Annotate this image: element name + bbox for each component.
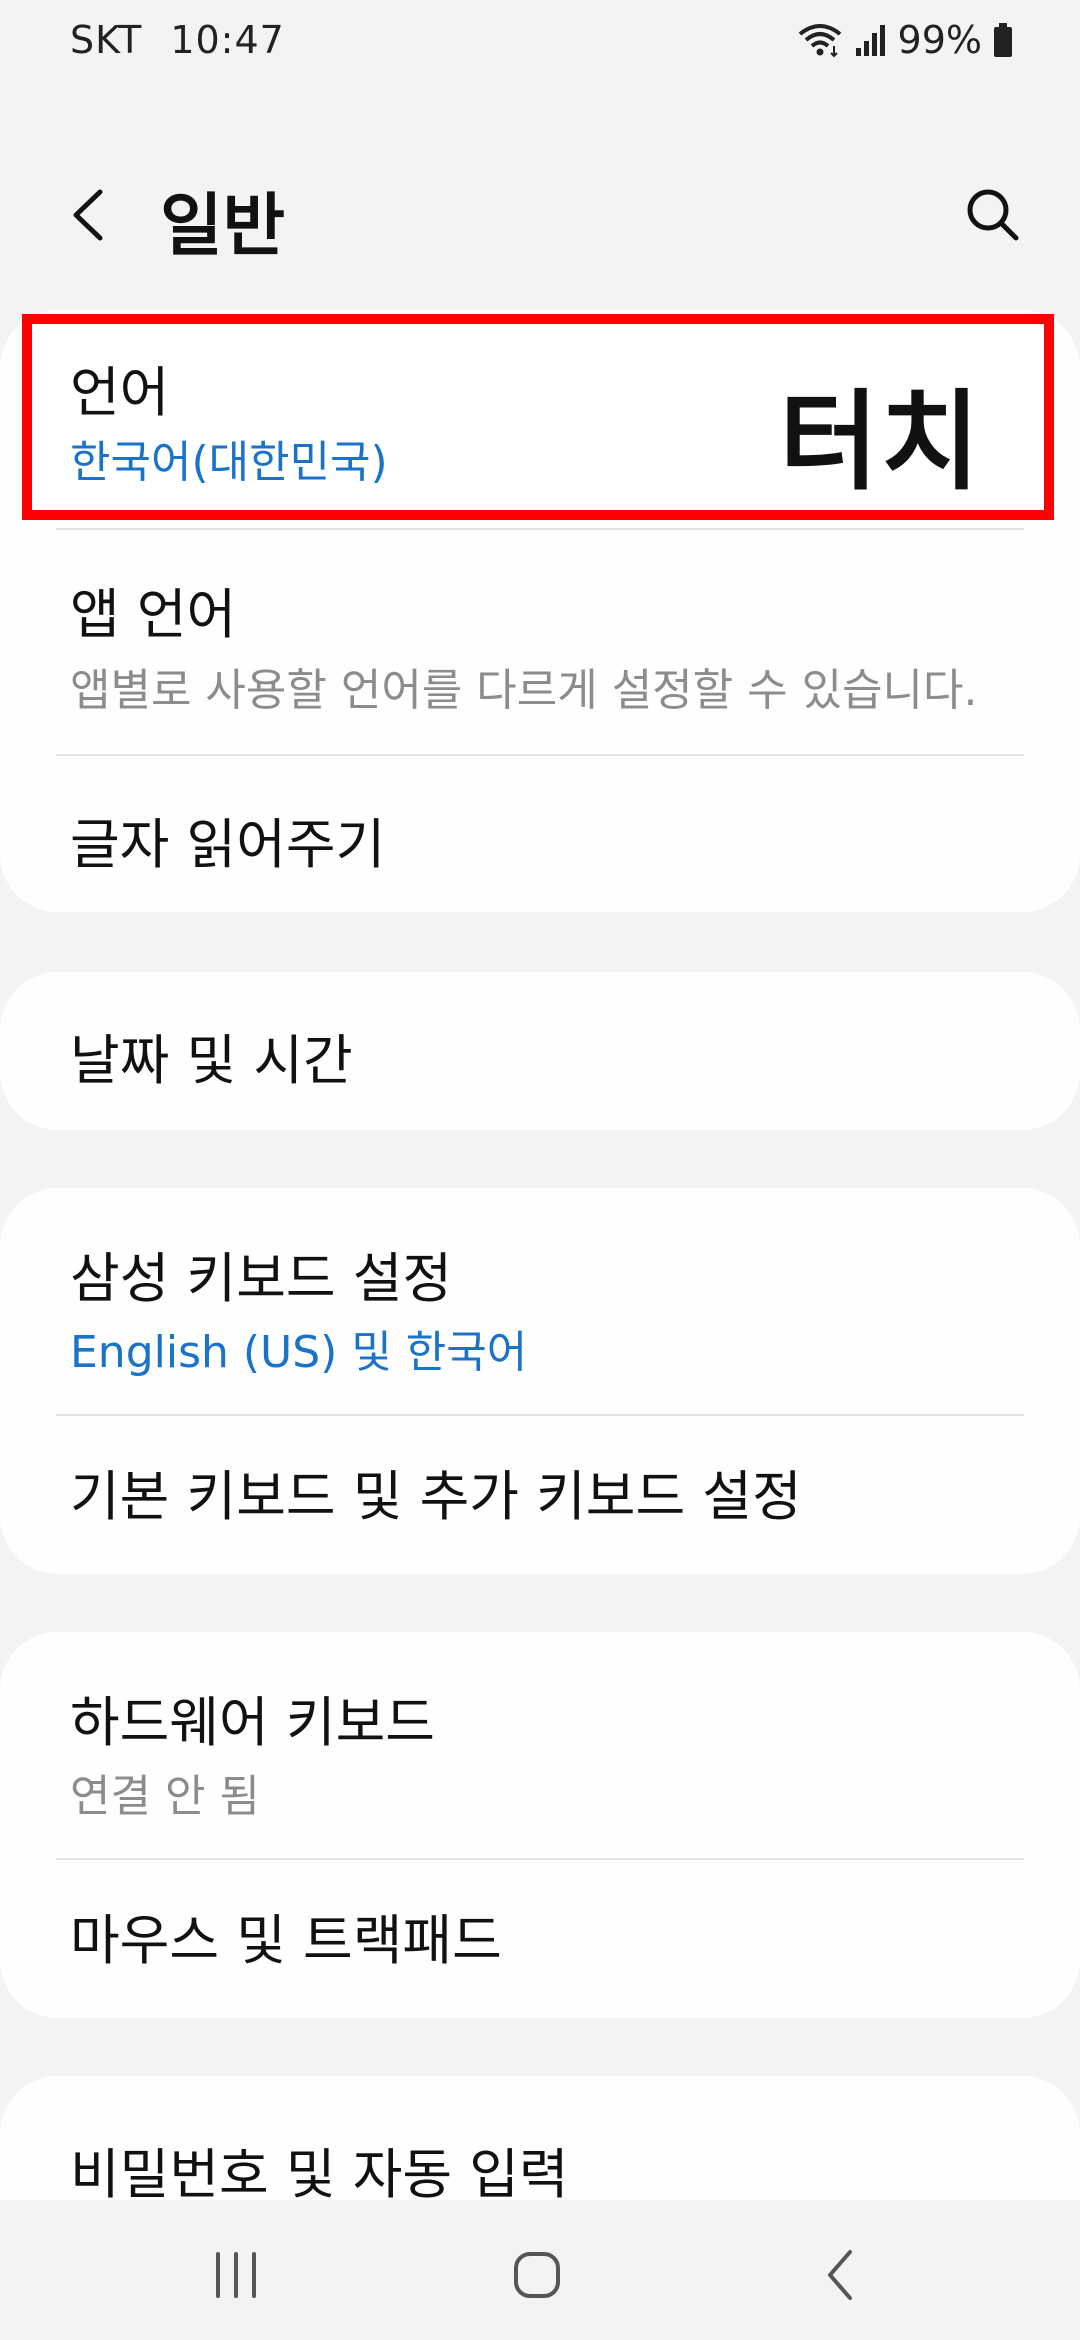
wifi-icon [796,20,844,60]
keyboard-card: 삼성 키보드 설정 English (US) 및 한국어 기본 키보드 및 추가… [0,1188,1080,1574]
samsung-keyboard-item[interactable]: 삼성 키보드 설정 English (US) 및 한국어 [0,1188,1080,1412]
date-time-title: 날짜 및 시간 [70,1029,353,1092]
search-icon [967,189,1019,241]
passwords-autofill-title: 비밀번호 및 자동 입력 [70,2143,569,2206]
clock: 10:47 [170,18,285,62]
battery-icon [992,22,1014,58]
recents-icon [216,2252,256,2298]
back-icon [828,2250,852,2300]
status-bar: SKT 10:47 99% [0,0,1080,84]
app-bar: 일반 [0,150,1080,280]
language-subtitle: 한국어(대한민국) [70,437,388,488]
home-icon [514,2252,560,2298]
home-button[interactable] [498,2240,578,2310]
search-button[interactable] [958,180,1028,250]
status-right: 99% [796,18,1014,62]
status-left: SKT 10:47 [70,18,285,62]
date-time-card[interactable]: 날짜 및 시간 [0,972,1080,1130]
language-title: 언어 [70,361,170,424]
recents-button[interactable] [196,2240,276,2310]
chevron-left-icon [73,189,103,241]
input-devices-card: 하드웨어 키보드 연결 안 됨 마우스 및 트랙패드 [0,1632,1080,2018]
hardware-keyboard-title: 하드웨어 키보드 [70,1691,435,1754]
mouse-trackpad-title: 마우스 및 트랙패드 [70,1909,502,1972]
carrier-label: SKT [70,18,143,62]
page-title: 일반 [160,187,286,266]
text-to-speech-title: 글자 읽어주기 [70,813,386,876]
hardware-keyboard-item[interactable]: 하드웨어 키보드 연결 안 됨 [0,1632,1080,1856]
app-language-subtitle: 앱별로 사용할 언어를 다르게 설정할 수 있습니다. [70,665,978,716]
samsung-keyboard-subtitle: English (US) 및 한국어 [70,1327,528,1378]
back-button[interactable] [60,180,120,250]
text-to-speech-item[interactable]: 글자 읽어주기 [0,756,1080,912]
default-keyboard-title: 기본 키보드 및 추가 키보드 설정 [70,1465,802,1528]
battery-percent: 99% [897,18,982,62]
mouse-trackpad-item[interactable]: 마우스 및 트랙패드 [0,1860,1080,2018]
navigation-bar [0,2200,1080,2340]
touch-annotation-label: 터치 [779,380,982,505]
app-language-item[interactable]: 앱 언어 앱별로 사용할 언어를 다르게 설정할 수 있습니다. [0,530,1080,754]
nav-back-button[interactable] [800,2240,880,2310]
signal-icon [854,22,888,58]
app-language-title: 앱 언어 [70,583,237,646]
samsung-keyboard-title: 삼성 키보드 설정 [70,1247,453,1310]
default-keyboard-item[interactable]: 기본 키보드 및 추가 키보드 설정 [0,1416,1080,1574]
hardware-keyboard-subtitle: 연결 안 됨 [70,1771,260,1822]
